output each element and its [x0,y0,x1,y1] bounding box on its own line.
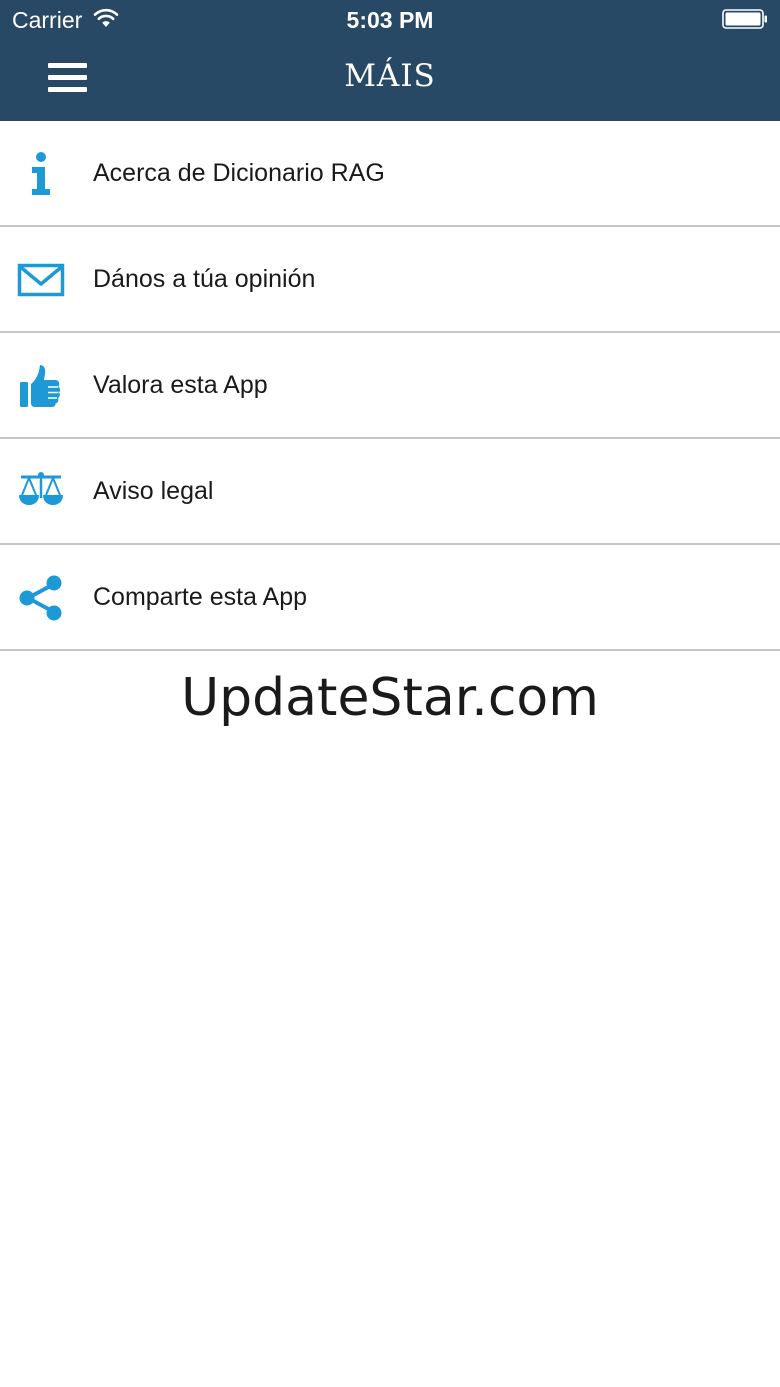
menu-item-label: Aviso legal [93,477,214,505]
status-bar: Carrier 5:03 PM [0,0,780,40]
menu-item-label: Valora esta App [93,371,268,399]
thumbs-up-icon [20,365,61,407]
menu-item-legal-notice[interactable]: Aviso legal [0,439,780,545]
info-icon [32,152,50,195]
scales-icon [19,472,63,505]
more-menu-list: Acerca de Dicionario RAG Dános a túa opi… [0,121,780,651]
status-time: 5:03 PM [346,7,434,33]
battery-icon [722,9,767,29]
watermark-text: UpdateStar.com [181,668,599,728]
envelope-icon [17,263,65,297]
menu-item-feedback[interactable]: Dános a túa opinión [0,227,780,333]
menu-item-about[interactable]: Acerca de Dicionario RAG [0,121,780,227]
app-header: Carrier 5:03 PM MÁIS [0,0,780,121]
menu-item-label: Comparte esta App [93,583,308,611]
navigation-bar: MÁIS [0,40,780,121]
menu-item-rate-app[interactable]: Valora esta App [0,333,780,439]
menu-item-label: Dános a túa opinión [93,265,316,293]
menu-item-label: Acerca de Dicionario RAG [93,159,385,187]
menu-item-share-app[interactable]: Comparte esta App [0,545,780,651]
share-icon [19,575,62,621]
page-title: MÁIS [344,58,436,94]
